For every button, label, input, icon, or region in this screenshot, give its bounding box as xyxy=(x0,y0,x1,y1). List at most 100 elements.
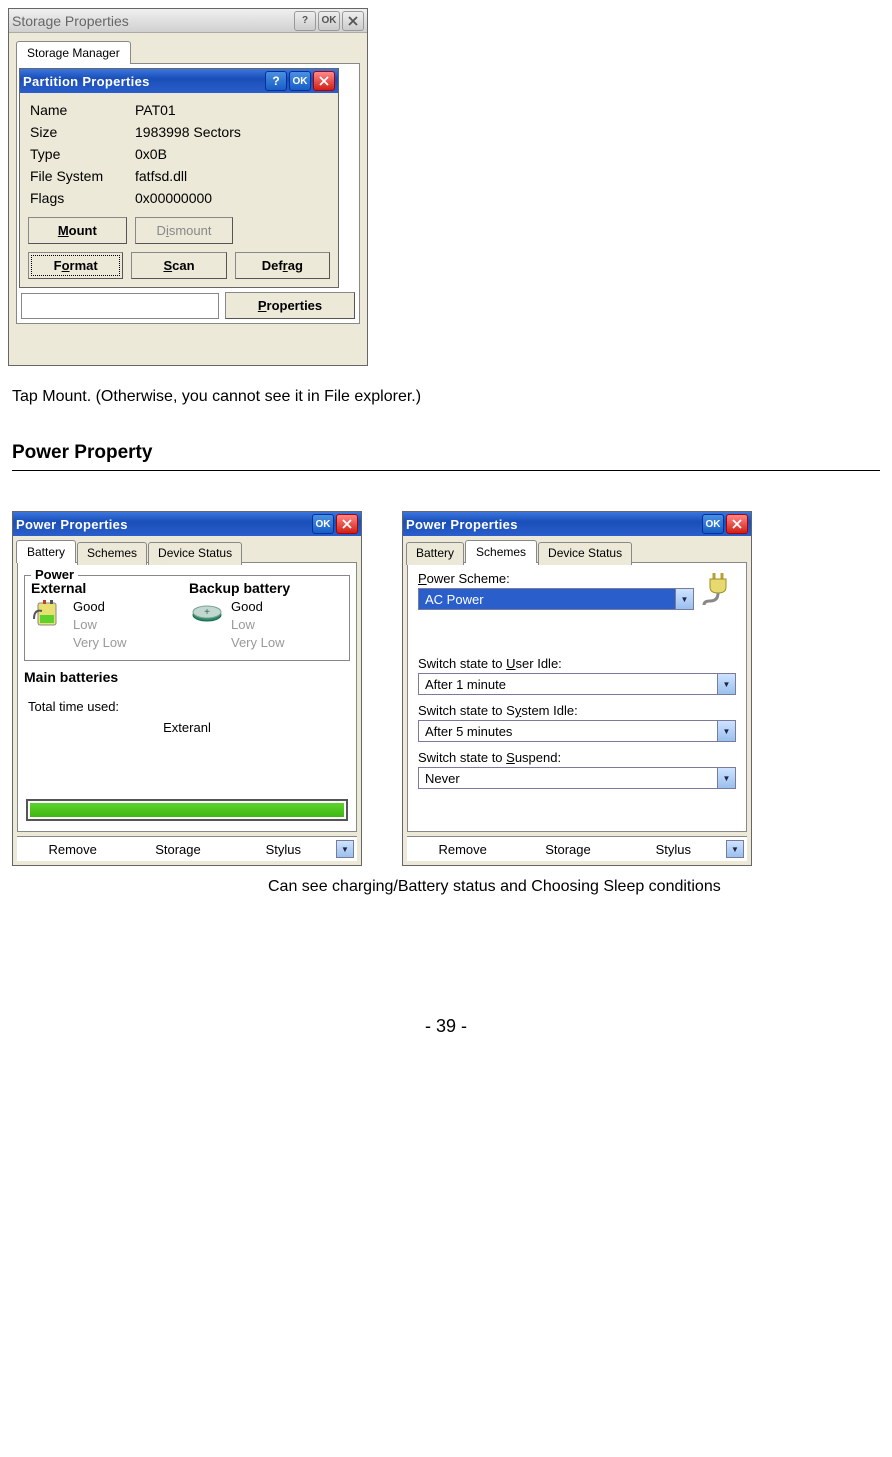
close-icon xyxy=(732,519,742,529)
power-properties-battery-window: Power Properties OK Battery Schemes Devi… xyxy=(12,511,362,866)
status-low: Low xyxy=(231,616,284,634)
label: Type xyxy=(30,146,135,162)
prop-row-type: Type0x0B xyxy=(30,143,328,165)
tab-storage-manager[interactable]: Storage Manager xyxy=(16,41,131,64)
power-screenshots-row: Power Properties OK Battery Schemes Devi… xyxy=(8,511,884,866)
power-property-heading: Power Property xyxy=(8,412,884,470)
external-label: Exteranl xyxy=(24,720,350,735)
property-table: NamePAT01 Size1983998 Sectors Type0x0B F… xyxy=(20,93,338,213)
ok-button[interactable]: OK xyxy=(318,11,340,31)
value: 0x00000000 xyxy=(135,190,328,206)
scheme-select[interactable]: AC Power ▼ xyxy=(418,588,694,610)
close-button[interactable] xyxy=(336,514,358,534)
close-button[interactable] xyxy=(313,71,335,91)
divider xyxy=(12,470,880,471)
scheme-top: Power Scheme: AC Power ▼ xyxy=(418,571,736,610)
suspend-row: Switch state to Suspend: Never ▼ xyxy=(418,750,736,789)
user-idle-select[interactable]: After 1 minute ▼ xyxy=(418,673,736,695)
total-time-label: Total time used: xyxy=(28,699,346,714)
button-row-2: Format Scan Defrag xyxy=(20,248,338,287)
backup-col: Backup battery + Good Low Very Low xyxy=(189,580,343,652)
prop-row-flags: Flags0x00000000 xyxy=(30,187,328,209)
footer-storage[interactable]: Storage xyxy=(515,842,620,857)
window-title: Power Properties xyxy=(406,517,700,532)
close-icon xyxy=(348,16,358,26)
chevron-down-icon[interactable]: ▼ xyxy=(336,840,354,858)
tab-schemes[interactable]: Schemes xyxy=(465,540,537,563)
progress-fill xyxy=(30,803,344,817)
bottom-strip: Properties xyxy=(19,290,357,321)
legend: Power xyxy=(31,567,78,582)
properties-button[interactable]: Properties xyxy=(225,292,355,319)
select-value: Never xyxy=(419,768,717,788)
svg-text:+: + xyxy=(204,607,210,618)
ok-button[interactable]: OK xyxy=(289,71,311,91)
defrag-button[interactable]: Defrag xyxy=(235,252,330,279)
power-fieldset: Power External Good Low Very Low xyxy=(24,575,350,661)
system-idle-row: Switch state to System Idle: After 5 min… xyxy=(418,703,736,742)
footer-list[interactable]: Remove Storage Stylus ▼ xyxy=(407,836,747,861)
mount-button[interactable]: Mount xyxy=(28,217,127,244)
status-vlow: Very Low xyxy=(231,634,284,652)
battery-icon xyxy=(31,598,67,630)
value: 1983998 Sectors xyxy=(135,124,328,140)
page-number: - 39 - xyxy=(8,1016,884,1037)
tabstrip: Battery Schemes Device Status xyxy=(13,536,361,562)
footer-stylus[interactable]: Stylus xyxy=(621,842,726,857)
battery-body: Power External Good Low Very Low xyxy=(17,562,357,832)
value: 0x0B xyxy=(135,146,328,162)
system-idle-label: Switch state to System Idle: xyxy=(418,703,736,718)
close-icon xyxy=(342,519,352,529)
help-button[interactable]: ? xyxy=(265,71,287,91)
suspend-select[interactable]: Never ▼ xyxy=(418,767,736,789)
tab-schemes[interactable]: Schemes xyxy=(77,542,147,565)
bottom-pad xyxy=(9,331,367,365)
format-button[interactable]: Format xyxy=(28,252,123,279)
footer-storage[interactable]: Storage xyxy=(125,842,230,857)
chevron-down-icon: ▼ xyxy=(717,721,735,741)
external-status: Good Low Very Low xyxy=(31,598,185,652)
tab-pane: Partition Properties ? OK NamePAT01 Size… xyxy=(16,63,360,324)
tabstrip: Battery Schemes Device Status xyxy=(403,536,751,562)
footer-stylus[interactable]: Stylus xyxy=(231,842,336,857)
prop-row-name: NamePAT01 xyxy=(30,99,328,121)
external-heading: External xyxy=(31,580,185,596)
dismount-button[interactable]: Dismount xyxy=(135,217,234,244)
value: fatfsd.dll xyxy=(135,168,328,184)
chevron-down-icon[interactable]: ▼ xyxy=(726,840,744,858)
titlebar: Storage Properties ? OK xyxy=(9,9,367,33)
label: File System xyxy=(30,168,135,184)
backup-status: + Good Low Very Low xyxy=(189,598,343,652)
tab-device-status[interactable]: Device Status xyxy=(538,542,632,565)
scan-button[interactable]: Scan xyxy=(131,252,226,279)
label: Flags xyxy=(30,190,135,206)
status-lines: Good Low Very Low xyxy=(231,598,284,652)
ok-button[interactable]: OK xyxy=(702,514,724,534)
help-button[interactable]: ? xyxy=(294,11,316,31)
tab-device-status[interactable]: Device Status xyxy=(148,542,242,565)
status-good: Good xyxy=(231,598,284,616)
caption: Can see charging/Battery status and Choo… xyxy=(8,878,884,896)
footer-remove[interactable]: Remove xyxy=(410,842,515,857)
window-title: Partition Properties xyxy=(23,74,263,89)
power-properties-schemes-window: Power Properties OK Battery Schemes Devi… xyxy=(402,511,752,866)
two-col: External Good Low Very Low xyxy=(31,580,343,652)
titlebar: Power Properties OK xyxy=(13,512,361,536)
tab-battery[interactable]: Battery xyxy=(16,540,76,563)
window-title: Storage Properties xyxy=(12,13,292,29)
chevron-down-icon: ▼ xyxy=(717,674,735,694)
status-lines: Good Low Very Low xyxy=(73,598,126,652)
status-vlow: Very Low xyxy=(73,634,126,652)
tab-battery[interactable]: Battery xyxy=(406,542,464,565)
ok-button[interactable]: OK xyxy=(312,514,334,534)
close-button[interactable] xyxy=(342,11,364,31)
footer-list[interactable]: Remove Storage Stylus ▼ xyxy=(17,836,357,861)
footer-remove[interactable]: Remove xyxy=(20,842,125,857)
close-button[interactable] xyxy=(726,514,748,534)
system-idle-select[interactable]: After 5 minutes ▼ xyxy=(418,720,736,742)
main-heading: Main batteries xyxy=(24,669,350,685)
schemes-body: Power Scheme: AC Power ▼ Switch state to… xyxy=(407,562,747,832)
close-icon xyxy=(319,76,329,86)
scheme-row: Power Scheme: AC Power ▼ xyxy=(418,571,736,610)
user-idle-row: Switch state to User Idle: After 1 minut… xyxy=(418,656,736,695)
